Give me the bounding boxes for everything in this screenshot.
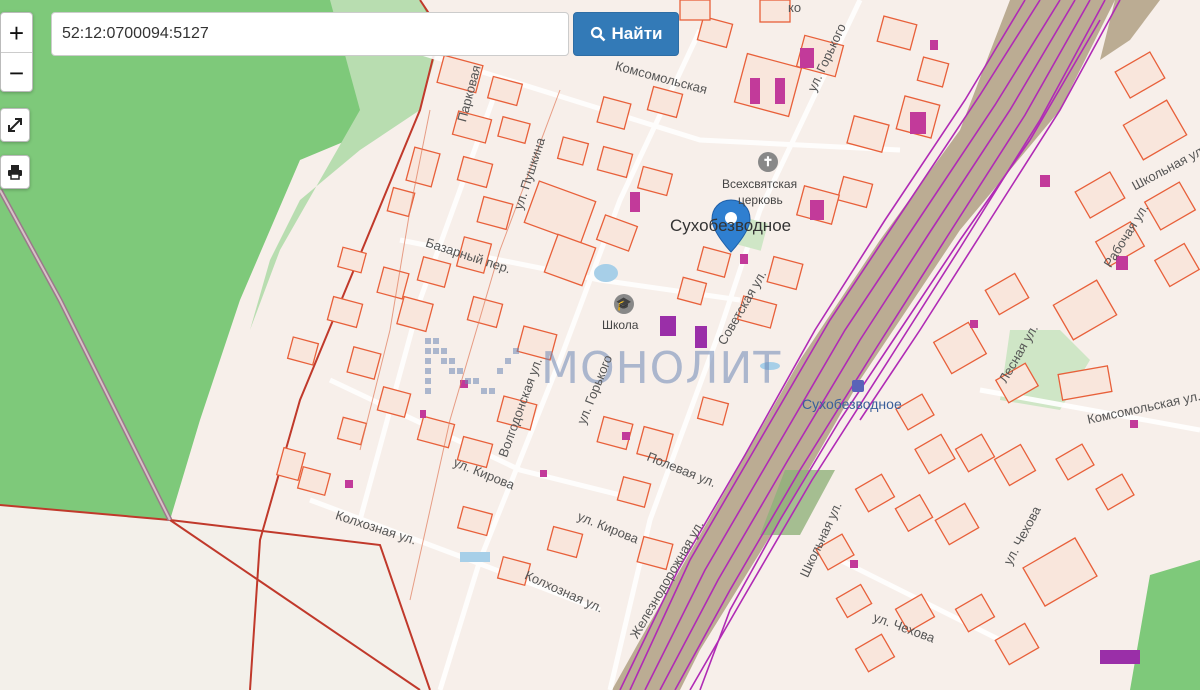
zoom-in-button[interactable]: + [1, 13, 32, 52]
street-label-ko: ко [788, 0, 802, 15]
meadow-bottom-left [0, 505, 200, 690]
settlement-label: Сухобезводное [670, 216, 792, 235]
cadastral-search-input[interactable] [51, 12, 569, 56]
fullscreen-button[interactable] [0, 108, 30, 142]
zoom-control: + − [0, 12, 33, 92]
fullscreen-icon [8, 118, 22, 132]
search-icon [590, 26, 605, 42]
station-label: Сухобезводное [802, 396, 902, 412]
search-button[interactable]: Найти [573, 12, 679, 56]
station-icon[interactable] [852, 380, 864, 392]
school-label: Школа [602, 318, 639, 332]
print-icon [8, 165, 22, 180]
church-icon[interactable]: ✝ [758, 152, 778, 172]
print-button[interactable] [0, 155, 30, 189]
school-icon[interactable]: 🎓 [614, 294, 634, 314]
church-label-line1: Всехсвятская [722, 177, 798, 191]
search-button-label: Найти [611, 24, 663, 43]
church-label-line2: церковь [738, 193, 783, 207]
zoom-out-button[interactable]: − [1, 52, 32, 92]
